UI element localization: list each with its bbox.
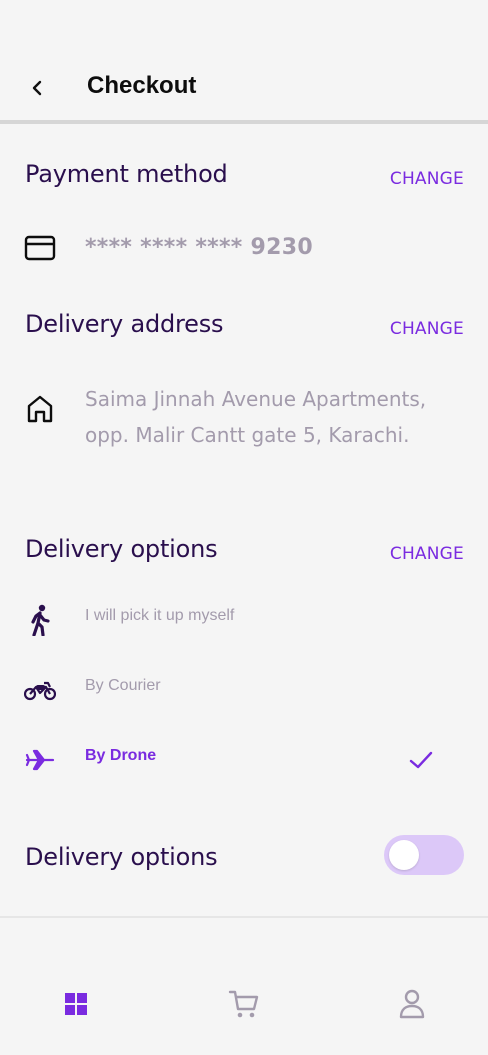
page-title: Checkout [87, 72, 197, 99]
header-divider [0, 120, 488, 124]
option-courier-label: By Courier [85, 677, 161, 694]
grid-icon [65, 993, 87, 1015]
change-payment-button[interactable]: CHANGE [390, 169, 464, 189]
delivery-address-title: Delivery address [25, 310, 224, 338]
change-delivery-button[interactable]: CHANGE [390, 544, 464, 564]
credit-card-icon [24, 232, 56, 264]
address-line-1: Saima Jinnah Avenue Apartments, [85, 387, 427, 411]
change-address-button[interactable]: CHANGE [390, 319, 464, 339]
delivery-options-title: Delivery options [25, 535, 218, 563]
home-icon [24, 393, 56, 425]
address-line-2: opp. Malir Cantt gate 5, Karachi. [85, 423, 410, 447]
nav-home-button[interactable] [56, 984, 96, 1024]
nav-profile-button[interactable] [392, 984, 432, 1024]
motorcycle-icon [24, 674, 56, 706]
toggle-section-title: Delivery options [25, 843, 218, 871]
option-pickup-label: I will pick it up myself [85, 607, 235, 624]
payment-method-title: Payment method [25, 160, 228, 188]
option-drone-label: By Drone [85, 747, 157, 764]
delivery-address: Saima Jinnah Avenue Apartments, opp. Mal… [85, 381, 455, 453]
back-button[interactable] [24, 74, 50, 102]
cart-icon [228, 990, 259, 1018]
chevron-left-icon [32, 80, 42, 96]
airplane-icon [24, 744, 56, 776]
header: Checkout [0, 0, 488, 120]
bottom-nav-divider [0, 916, 488, 918]
walking-person-icon [24, 604, 56, 636]
nav-cart-button[interactable] [224, 984, 264, 1024]
toggle-knob [389, 840, 419, 870]
checkmark-icon [409, 751, 433, 769]
user-icon [399, 989, 425, 1019]
card-number: **** **** **** 9230 [85, 235, 313, 260]
delivery-options-toggle[interactable] [384, 835, 464, 875]
